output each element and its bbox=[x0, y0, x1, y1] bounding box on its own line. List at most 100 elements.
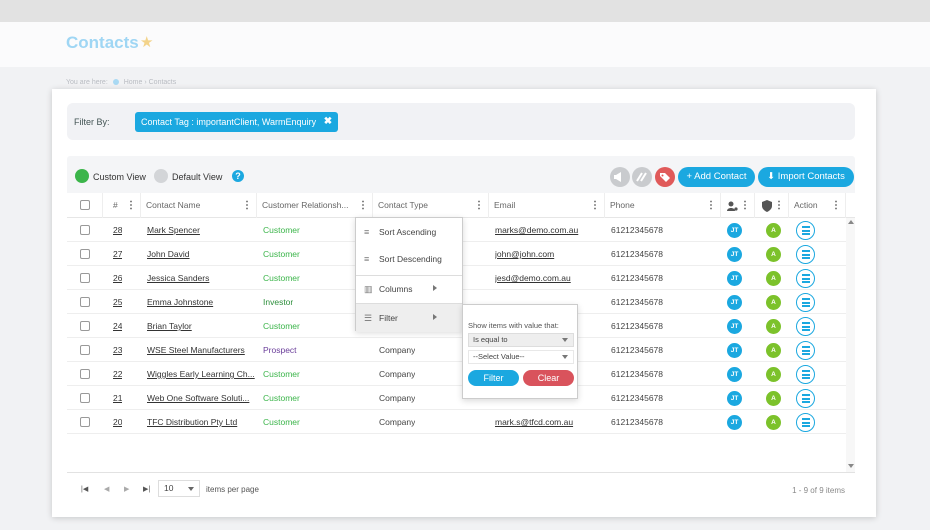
row-actions-list-icon[interactable] bbox=[796, 245, 815, 264]
megaphone-icon[interactable] bbox=[610, 167, 630, 187]
row-checkbox[interactable] bbox=[80, 273, 90, 283]
status-badge[interactable]: A bbox=[766, 271, 781, 286]
column-menu-icon[interactable]: ⋮ bbox=[590, 193, 600, 218]
status-badge[interactable]: A bbox=[766, 295, 781, 310]
column-menu-icon[interactable]: ⋮ bbox=[774, 193, 784, 218]
cell-email[interactable]: jesd@demo.com.au bbox=[495, 266, 603, 290]
first-page-icon[interactable]: |◀ bbox=[81, 485, 88, 493]
table-row[interactable]: 23 WSE Steel Manufacturers Prospect Comp… bbox=[67, 338, 846, 362]
column-menu-icon[interactable]: ⋮ bbox=[242, 193, 252, 218]
apply-filter-button[interactable]: Filter bbox=[468, 370, 519, 386]
remove-filter-icon[interactable]: ✖ bbox=[324, 112, 332, 132]
header-customer-relationship[interactable]: Customer Relationsh... ⋮ bbox=[257, 193, 373, 218]
cell-contact-name[interactable]: TFC Distribution Pty Ltd bbox=[147, 410, 255, 434]
row-actions-list-icon[interactable] bbox=[796, 341, 815, 360]
add-contact-button[interactable]: + Add Contact bbox=[678, 167, 755, 187]
status-badge[interactable]: A bbox=[766, 415, 781, 430]
cell-contact-name[interactable]: Web One Software Soluti... bbox=[147, 386, 255, 410]
owner-avatar[interactable]: JT bbox=[727, 319, 742, 334]
cell-contact-name[interactable]: WSE Steel Manufacturers bbox=[147, 338, 255, 362]
status-badge[interactable]: A bbox=[766, 223, 781, 238]
header-contact-name[interactable]: Contact Name ⋮ bbox=[141, 193, 257, 218]
cell-num[interactable]: 22 bbox=[113, 362, 122, 386]
cell-contact-name[interactable]: Brian Taylor bbox=[147, 314, 255, 338]
header-status[interactable]: ⋮ bbox=[755, 193, 789, 218]
filter-value-select[interactable]: --Select Value-- bbox=[468, 350, 574, 364]
custom-view-radio[interactable] bbox=[75, 169, 89, 183]
column-menu-icon[interactable]: ⋮ bbox=[831, 193, 841, 218]
table-row[interactable]: 20 TFC Distribution Pty Ltd Customer Com… bbox=[67, 410, 846, 434]
owner-avatar[interactable]: JT bbox=[727, 367, 742, 382]
cell-num[interactable]: 25 bbox=[113, 290, 122, 314]
sort-descending-item[interactable]: ≡ Sort Descending bbox=[356, 245, 462, 273]
row-checkbox[interactable] bbox=[80, 345, 90, 355]
row-checkbox[interactable] bbox=[80, 321, 90, 331]
row-checkbox[interactable] bbox=[80, 369, 90, 379]
status-badge[interactable]: A bbox=[766, 391, 781, 406]
import-contacts-button[interactable]: ⬇ Import Contacts bbox=[758, 167, 854, 187]
cell-contact-name[interactable]: Jessica Sanders bbox=[147, 266, 255, 290]
owner-avatar[interactable]: JT bbox=[727, 223, 742, 238]
row-checkbox[interactable] bbox=[80, 297, 90, 307]
cell-email[interactable]: marks@demo.com.au bbox=[495, 218, 603, 242]
cell-num[interactable]: 23 bbox=[113, 338, 122, 362]
row-checkbox[interactable] bbox=[80, 225, 90, 235]
row-checkbox[interactable] bbox=[80, 393, 90, 403]
column-menu-icon[interactable]: ⋮ bbox=[358, 193, 368, 218]
header-email[interactable]: Email ⋮ bbox=[489, 193, 605, 218]
row-actions-list-icon[interactable] bbox=[796, 317, 815, 336]
cell-contact-name[interactable]: Emma Johnstone bbox=[147, 290, 255, 314]
status-badge[interactable]: A bbox=[766, 319, 781, 334]
header-action[interactable]: Action ⋮ bbox=[789, 193, 846, 218]
column-menu-icon[interactable]: ⋮ bbox=[474, 193, 484, 218]
last-page-icon[interactable]: ▶| bbox=[143, 485, 150, 493]
favorite-star-icon[interactable]: ★ bbox=[140, 33, 153, 51]
help-icon[interactable]: ? bbox=[232, 170, 244, 182]
owner-avatar[interactable]: JT bbox=[727, 271, 742, 286]
filter-operator-select[interactable]: Is equal to bbox=[468, 333, 574, 347]
owner-avatar[interactable]: JT bbox=[727, 343, 742, 358]
filter-item[interactable]: ☰ Filter bbox=[356, 304, 462, 332]
row-actions-list-icon[interactable] bbox=[796, 221, 815, 240]
cell-num[interactable]: 20 bbox=[113, 410, 122, 434]
cell-num[interactable]: 24 bbox=[113, 314, 122, 338]
header-phone[interactable]: Phone ⋮ bbox=[605, 193, 721, 218]
owner-avatar[interactable]: JT bbox=[727, 391, 742, 406]
clear-filter-button[interactable]: Clear bbox=[523, 370, 574, 386]
owner-avatar[interactable]: JT bbox=[727, 415, 742, 430]
column-menu-icon[interactable]: ⋮ bbox=[126, 193, 136, 218]
table-row[interactable]: 21 Web One Software Soluti... Customer C… bbox=[67, 386, 846, 410]
table-row[interactable]: 22 Wiggles Early Learning Ch... Customer… bbox=[67, 362, 846, 386]
merge-icon[interactable] bbox=[632, 167, 652, 187]
cell-email[interactable]: john@john.com bbox=[495, 242, 603, 266]
owner-avatar[interactable]: JT bbox=[727, 247, 742, 262]
cell-email[interactable]: mark.s@tfcd.com.au bbox=[495, 410, 603, 434]
filter-chip[interactable]: Contact Tag : importantClient, WarmEnqui… bbox=[135, 112, 339, 132]
row-actions-list-icon[interactable] bbox=[796, 293, 815, 312]
tag-icon[interactable] bbox=[655, 167, 675, 187]
sort-ascending-item[interactable]: ≡ Sort Ascending bbox=[356, 218, 462, 246]
status-badge[interactable]: A bbox=[766, 343, 781, 358]
header-owner[interactable]: ⋮ bbox=[721, 193, 755, 218]
header-num[interactable]: # ⋮ bbox=[103, 193, 141, 218]
cell-contact-name[interactable]: Mark Spencer bbox=[147, 218, 255, 242]
row-checkbox[interactable] bbox=[80, 417, 90, 427]
breadcrumb-home[interactable]: Home bbox=[124, 79, 143, 86]
status-badge[interactable]: A bbox=[766, 367, 781, 382]
cell-num[interactable]: 21 bbox=[113, 386, 122, 410]
column-menu-icon[interactable]: ⋮ bbox=[706, 193, 716, 218]
page-size-select[interactable]: 10 bbox=[158, 480, 200, 497]
prev-page-icon[interactable]: ◀ bbox=[104, 485, 109, 493]
cell-contact-name[interactable]: John David bbox=[147, 242, 255, 266]
grid-scrollbar[interactable] bbox=[846, 218, 855, 472]
row-actions-list-icon[interactable] bbox=[796, 269, 815, 288]
columns-item[interactable]: ▥ Columns bbox=[356, 275, 462, 303]
row-actions-list-icon[interactable] bbox=[796, 365, 815, 384]
cell-num[interactable]: 28 bbox=[113, 218, 122, 242]
row-checkbox[interactable] bbox=[80, 249, 90, 259]
header-contact-type[interactable]: Contact Type ⋮ bbox=[373, 193, 489, 218]
status-badge[interactable]: A bbox=[766, 247, 781, 262]
cell-num[interactable]: 26 bbox=[113, 266, 122, 290]
owner-avatar[interactable]: JT bbox=[727, 295, 742, 310]
select-all-checkbox[interactable] bbox=[80, 200, 90, 210]
